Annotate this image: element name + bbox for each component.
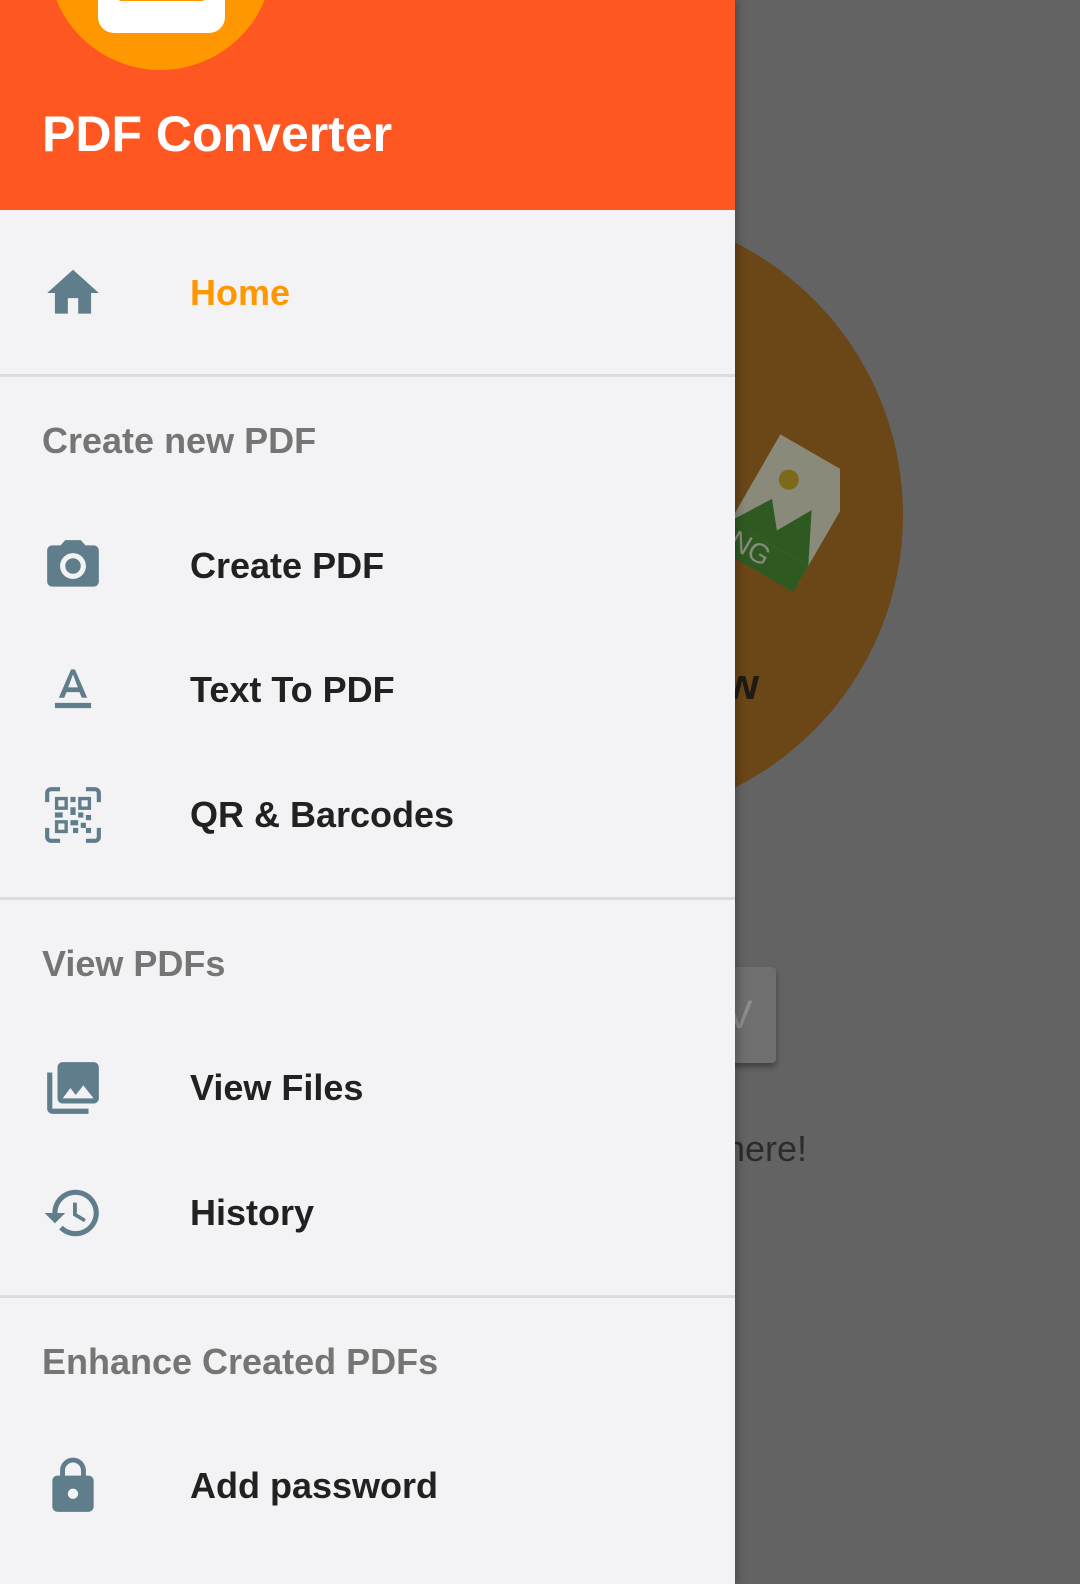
nav-item-label: Add password: [190, 1465, 439, 1506]
app-logo-document-icon: [98, 0, 225, 33]
nav-item-label: QR & Barcodes: [190, 794, 455, 835]
drawer-header: PDF Converter: [0, 0, 735, 210]
nav-item-history[interactable]: History: [0, 1163, 735, 1263]
nav-item-create-pdf[interactable]: Create PDF: [0, 516, 735, 616]
qr-code-scan-icon: [42, 784, 104, 846]
navigation-drawer: PDF Converter Home Create new PDF Create…: [0, 0, 735, 1584]
nav-item-label: Text To PDF: [190, 669, 395, 710]
nav-item-qr-barcodes[interactable]: QR & Barcodes: [0, 765, 735, 865]
camera-icon: [42, 535, 104, 597]
hero-hint-text: here!: [725, 1128, 808, 1169]
nav-item-label: History: [190, 1192, 315, 1233]
section-title-create: Create new PDF: [42, 420, 317, 461]
nav-item-label: Create PDF: [190, 545, 385, 586]
nav-item-label: Home: [190, 272, 291, 313]
nav-item-view-files[interactable]: View Files: [0, 1038, 735, 1138]
app-logo: [48, 0, 273, 70]
history-icon: [42, 1182, 104, 1244]
divider: [0, 897, 735, 900]
nav-item-home[interactable]: Home: [0, 243, 735, 343]
lock-icon: [42, 1455, 104, 1517]
divider: [0, 1295, 735, 1298]
divider: [0, 374, 735, 377]
text-format-icon: [42, 659, 104, 721]
nav-item-add-password[interactable]: Add password: [0, 1436, 735, 1536]
home-icon: [42, 262, 104, 324]
app-title: PDF Converter: [42, 106, 393, 162]
nav-item-label: View Files: [190, 1067, 364, 1108]
png-image-icon: NG: [715, 425, 859, 605]
photo-library-icon: [42, 1057, 104, 1119]
section-title-view: View PDFs: [42, 943, 226, 984]
nav-item-text-to-pdf[interactable]: Text To PDF: [0, 640, 735, 740]
section-title-enhance: Enhance Created PDFs: [42, 1341, 439, 1382]
